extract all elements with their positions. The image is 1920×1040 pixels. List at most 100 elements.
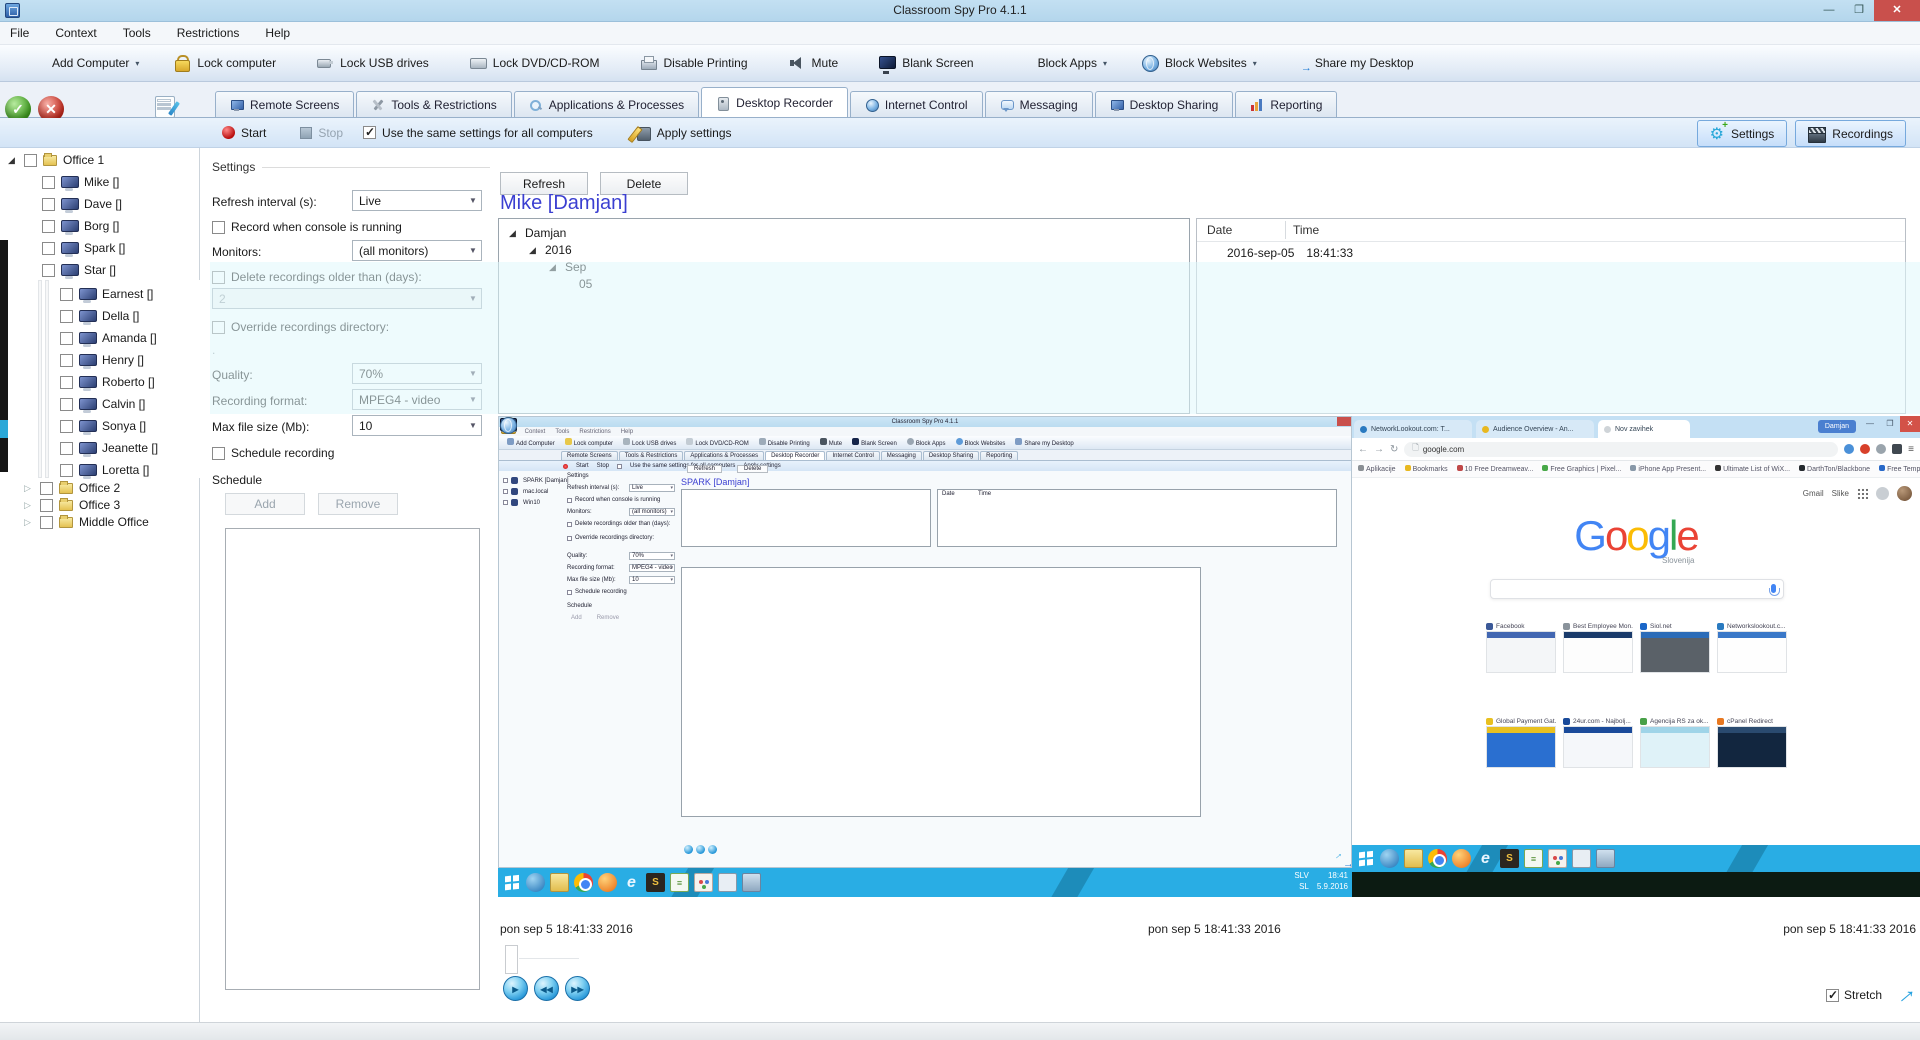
schedule-list[interactable] <box>225 528 480 990</box>
tree-computer-item[interactable]: Earnest [] <box>60 284 153 304</box>
expanded-arrow-icon[interactable]: ◢ <box>8 155 18 166</box>
checkbox-icon[interactable] <box>60 398 73 411</box>
tab[interactable]: Tools & Restrictions <box>356 91 511 117</box>
recordings-tree-leaf[interactable]: 05 <box>579 274 592 294</box>
checkbox-icon[interactable] <box>60 420 73 433</box>
toolbar-button[interactable]: Blank Screen <box>878 55 979 71</box>
tree-computer-item[interactable]: Sonya [] <box>60 416 146 436</box>
recording-row[interactable]: 2016-sep-05 18:41:33 <box>1227 243 1353 263</box>
checkbox-icon[interactable] <box>60 310 73 323</box>
toolbar-button[interactable]: Lock USB drives <box>316 55 435 71</box>
override-directory-checkbox[interactable]: Override recordings directory: <box>212 317 389 337</box>
menu-item[interactable]: Restrictions <box>177 26 240 40</box>
checkbox-icon[interactable] <box>60 464 73 477</box>
checkbox-icon[interactable] <box>60 442 73 455</box>
tree-computer-item[interactable]: Loretta [] <box>60 460 149 480</box>
tree-computer-item[interactable]: Mike [] <box>42 172 119 192</box>
menu-bar: File Context Tools Restrictions Help <box>0 22 1920 45</box>
tree-group-office1[interactable]: ◢ Office 1 <box>8 150 104 170</box>
resize-arrow-icon[interactable]: → <box>1887 976 1920 1013</box>
schedule-remove-button[interactable]: Remove <box>318 493 398 515</box>
toolbar-icon <box>788 55 806 71</box>
settings-view-button[interactable]: ⚙ Settings <box>1697 120 1788 147</box>
tree-computer-item[interactable]: Jeanette [] <box>60 438 158 458</box>
checkbox-icon[interactable] <box>60 288 73 301</box>
quality-select[interactable]: 70%▼ <box>352 363 482 384</box>
checkbox-icon[interactable] <box>60 332 73 345</box>
monitors-select[interactable]: (all monitors)▼ <box>352 240 482 261</box>
schedule-recording-checkbox[interactable]: Schedule recording <box>212 443 334 463</box>
tab[interactable]: Reporting <box>1235 91 1337 117</box>
toolbar-button[interactable]: Add Computer ▾ <box>28 55 139 71</box>
checkbox-icon[interactable] <box>42 242 55 255</box>
tree-computer-item[interactable]: Spark [] <box>42 238 125 258</box>
delete-older-days-select[interactable]: 2▼ <box>212 288 482 309</box>
tab[interactable]: Messaging <box>985 91 1093 117</box>
tab[interactable]: Applications & Processes <box>514 91 699 117</box>
checkbox-icon[interactable] <box>40 482 53 495</box>
schedule-add-button[interactable]: Add <box>225 493 305 515</box>
delete-older-checkbox[interactable]: Delete recordings older than (days): <box>212 267 422 287</box>
scrollbar[interactable] <box>45 280 49 478</box>
checkbox-icon[interactable] <box>60 354 73 367</box>
toolbar-button[interactable]: Lock computer <box>173 55 282 71</box>
toolbar-button[interactable]: Lock DVD/CD-ROM <box>469 55 606 71</box>
menu-item[interactable]: Context <box>55 26 96 40</box>
recording-preview[interactable]: Classroom Spy Pro 4.1.1 FileContextTools… <box>498 416 1920 897</box>
checkbox-icon[interactable] <box>42 198 55 211</box>
menu-item[interactable]: Help <box>265 26 290 40</box>
menu-item[interactable]: Tools <box>123 26 151 40</box>
timeline-slider[interactable] <box>505 945 518 974</box>
toolbar-button[interactable]: Mute <box>788 55 845 71</box>
tab[interactable]: Desktop Recorder <box>701 87 848 117</box>
edit-settings-icon[interactable] <box>155 96 175 118</box>
tree-computer-item[interactable]: Roberto [] <box>60 372 155 392</box>
same-settings-checkbox[interactable]: Use the same settings for all computers <box>363 126 593 140</box>
toolbar-button[interactable]: Disable Printing <box>639 55 753 71</box>
toolbar-button[interactable]: Share my Desktop <box>1291 55 1420 71</box>
checkbox-icon[interactable] <box>40 499 53 512</box>
nested-toolbar: Add ComputerLock computerLock USB drives… <box>499 436 1351 450</box>
date-column-header[interactable]: Date <box>1207 219 1232 241</box>
forward-button[interactable]: ▶▶ <box>565 976 590 1001</box>
tree-computer-item[interactable]: Dave [] <box>42 194 122 214</box>
minimize-button[interactable]: — <box>1814 0 1844 21</box>
collapsed-arrow-icon[interactable]: ▷ <box>24 517 34 528</box>
menu-item[interactable]: File <box>10 26 29 40</box>
checkbox-icon[interactable] <box>60 376 73 389</box>
tree-computer-item[interactable]: Borg [] <box>42 216 119 236</box>
collapsed-arrow-icon[interactable]: ▷ <box>24 483 34 494</box>
stop-button[interactable]: Stop <box>300 126 343 140</box>
time-column-header[interactable]: Time <box>1293 219 1319 241</box>
max-size-select[interactable]: 10▼ <box>352 415 482 436</box>
checkbox-icon[interactable] <box>42 176 55 189</box>
tab[interactable]: Remote Screens <box>215 91 354 117</box>
start-button[interactable]: Start <box>222 126 266 140</box>
format-select[interactable]: MPEG4 - video▼ <box>352 389 482 410</box>
collapsed-arrow-icon[interactable]: ▷ <box>24 500 34 511</box>
close-button[interactable]: ✕ <box>1874 0 1920 21</box>
play-button[interactable]: ▶ <box>503 976 528 1001</box>
tree-computer-item[interactable]: Calvin [] <box>60 394 145 414</box>
recordings-view-button[interactable]: Recordings <box>1795 120 1906 147</box>
rewind-button[interactable]: ◀◀ <box>534 976 559 1001</box>
apply-settings-button[interactable]: Apply settings <box>633 125 732 141</box>
checkbox-icon[interactable] <box>40 516 53 529</box>
tree-computer-item[interactable]: Star [] <box>42 260 116 280</box>
tab[interactable]: Desktop Sharing <box>1095 91 1234 117</box>
refresh-interval-select[interactable]: Live▼ <box>352 190 482 211</box>
tab[interactable]: Internet Control <box>850 91 983 117</box>
checkbox-icon[interactable] <box>42 220 55 233</box>
tree-group-item[interactable]: ▷ Middle Office <box>24 512 149 532</box>
tree-computer-item[interactable]: Henry [] <box>60 350 144 370</box>
checkbox-icon[interactable] <box>42 264 55 277</box>
tree-computer-item[interactable]: Amanda [] <box>60 328 157 348</box>
record-console-checkbox[interactable]: Record when console is running <box>212 217 402 237</box>
toolbar-button[interactable]: Block Websites ▾ <box>1141 55 1257 71</box>
maximize-button[interactable]: ❐ <box>1844 0 1874 21</box>
checkbox-icon[interactable] <box>24 154 37 167</box>
tree-computer-item[interactable]: Della [] <box>60 306 139 326</box>
stretch-checkbox[interactable]: Stretch <box>1826 988 1882 1002</box>
toolbar-button[interactable]: Block Apps ▾ <box>1014 55 1107 71</box>
scrollbar[interactable] <box>38 280 42 478</box>
